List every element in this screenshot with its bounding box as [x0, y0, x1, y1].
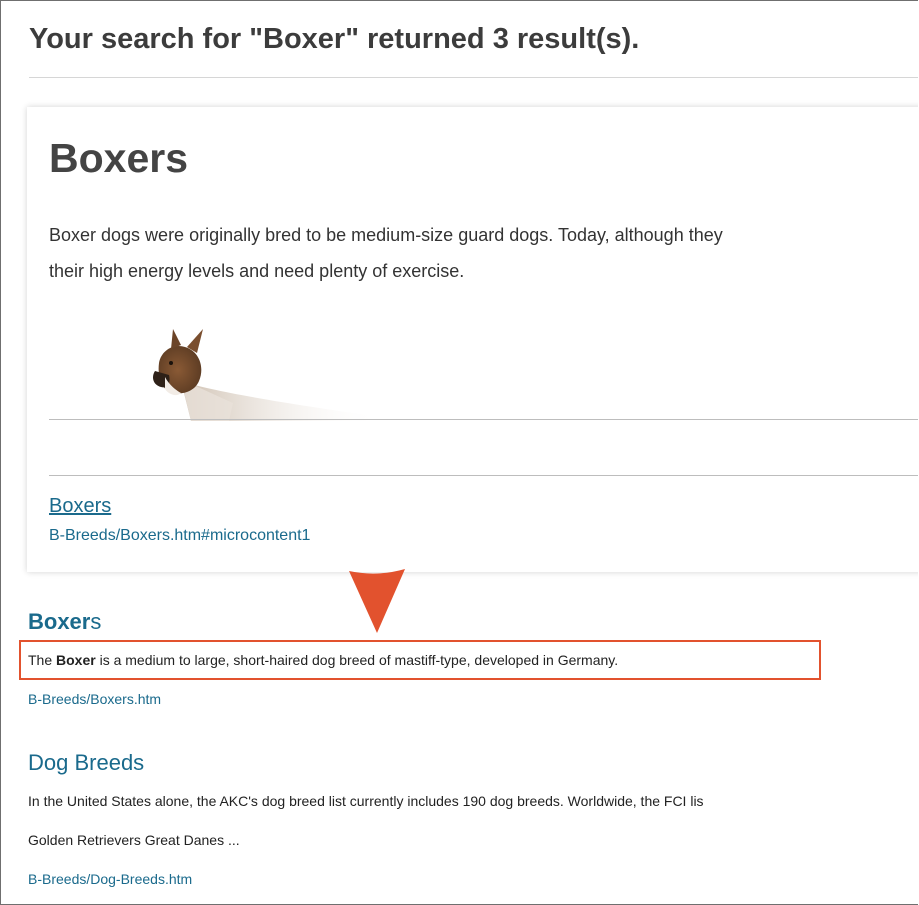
microcontent-path: B-Breeds/Boxers.htm#microcontent1 — [49, 527, 311, 544]
microcontent-text-line2: their high energy levels and need plenty… — [49, 261, 465, 281]
heading-divider — [29, 77, 918, 78]
result-path-dog-breeds[interactable]: B-Breeds/Dog-Breeds.htm — [28, 871, 192, 887]
callout-highlight-box — [19, 640, 821, 680]
boxer-dog-image — [153, 329, 381, 421]
microcontent-link[interactable]: Boxers — [49, 495, 111, 518]
microcontent-divider-bottom — [49, 475, 918, 476]
callout-arrow-icon — [349, 569, 405, 633]
microcontent-text: Boxer dogs were originally bred to be me… — [49, 217, 918, 289]
result-title-highlight: Boxer — [28, 609, 91, 634]
search-results-heading: Your search for "Boxer" returned 3 resul… — [29, 23, 640, 55]
microcontent-card: Boxers Boxer dogs were originally bred t… — [27, 107, 918, 572]
result-path-boxers[interactable]: B-Breeds/Boxers.htm — [28, 691, 161, 707]
microcontent-title: Boxers — [49, 135, 189, 181]
result-snippet-dog-breeds-line2: Golden Retrievers Great Danes ... — [28, 832, 240, 848]
result-title-rest: s — [90, 609, 102, 634]
microcontent-text-line1: Boxer dogs were originally bred to be me… — [49, 225, 723, 245]
result-title-dog-breeds[interactable]: Dog Breeds — [28, 750, 144, 776]
result-snippet-dog-breeds-line1: In the United States alone, the AKC's do… — [28, 793, 704, 809]
search-results-page: Your search for "Boxer" returned 3 resul… — [0, 0, 918, 905]
result-title-boxers[interactable]: Boxers — [28, 609, 101, 635]
microcontent-divider-top — [49, 419, 918, 420]
